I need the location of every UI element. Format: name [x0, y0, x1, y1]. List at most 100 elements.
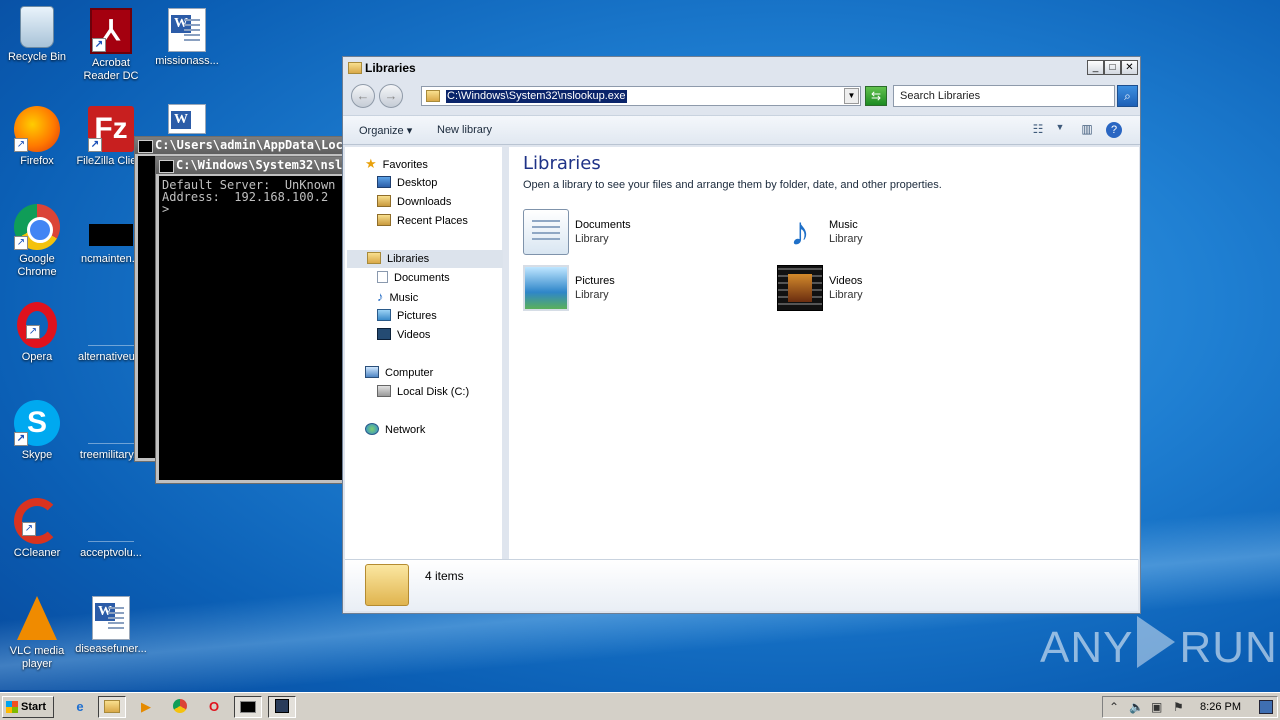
- desktop-icon-ccleaner[interactable]: ↗ CCleaner: [0, 498, 74, 560]
- firefox-icon: ↗: [14, 106, 60, 152]
- cmd-title: C:\Users\admin\AppData\Local\: [135, 137, 347, 154]
- desktop-icon-chrome[interactable]: ↗ Google Chrome: [0, 204, 74, 279]
- page-title: Libraries: [523, 153, 601, 174]
- search-input[interactable]: Search Libraries: [893, 85, 1115, 107]
- network-icon: [365, 423, 379, 435]
- help-icon[interactable]: ?: [1106, 122, 1122, 138]
- chevron-down-icon[interactable]: ▼: [1051, 122, 1069, 138]
- downloads-icon: [377, 195, 391, 207]
- internet-explorer-icon[interactable]: e: [66, 696, 94, 718]
- nav-label: Local Disk (C:): [397, 386, 470, 398]
- nav-computer[interactable]: Computer: [365, 364, 433, 382]
- desktop-icon-skype[interactable]: S ↗ Skype: [0, 400, 74, 462]
- change-view-icon[interactable]: ☷: [1029, 122, 1047, 138]
- desktop-icon-firefox[interactable]: ↗ Firefox: [0, 106, 74, 168]
- organize-button[interactable]: Organize ▾: [359, 124, 412, 137]
- desktop-icon-acceptvolu[interactable]: acceptvolu...: [74, 498, 148, 560]
- recent-places-icon: [377, 214, 391, 226]
- library-item-documents[interactable]: Documents Library: [523, 209, 743, 259]
- preview-pane-icon[interactable]: ▥: [1078, 122, 1096, 138]
- search-placeholder: Search Libraries: [900, 90, 981, 102]
- nav-label: Favorites: [382, 159, 428, 171]
- search-icon[interactable]: ⌕: [1117, 85, 1138, 107]
- new-library-button[interactable]: New library: [437, 124, 492, 136]
- shortcut-arrow-icon: ↗: [14, 138, 28, 152]
- opera-taskbar-icon[interactable]: O: [200, 696, 228, 718]
- shortcut-arrow-icon: ↗: [88, 138, 102, 152]
- address-dropdown-button[interactable]: ▼: [844, 88, 859, 104]
- desktop-icon-vlc[interactable]: VLC media player: [0, 596, 74, 671]
- nav-downloads[interactable]: Downloads: [377, 193, 451, 211]
- address-bar[interactable]: C:\Windows\System32\nslookup.exe ▼: [421, 86, 861, 106]
- shortcut-arrow-icon: ↗: [14, 432, 28, 446]
- desktop-icon-missionass[interactable]: W missionass...: [150, 8, 224, 68]
- desktop-icon-acrobat[interactable]: ⅄ ↗ Acrobat Reader DC: [74, 8, 148, 83]
- volume-icon[interactable]: 🔈: [1129, 700, 1144, 714]
- desktop-icon-word-doc-2[interactable]: W: [150, 104, 224, 137]
- nav-videos[interactable]: Videos: [377, 326, 430, 344]
- cmd-prompt: >: [162, 202, 170, 216]
- explorer-taskbar-icon[interactable]: [98, 696, 126, 718]
- file-icon: [88, 498, 134, 544]
- ccleaner-icon: ↗: [14, 498, 60, 544]
- start-button[interactable]: Start: [2, 696, 54, 718]
- clock[interactable]: 8:26 PM: [1200, 701, 1241, 713]
- shortcut-arrow-icon: ↗: [26, 325, 40, 339]
- details-pane: 4 items: [345, 559, 1138, 611]
- nav-documents[interactable]: Documents: [377, 269, 450, 287]
- chrome-icon: ↗: [14, 204, 60, 250]
- cmd-taskbar-icon[interactable]: [234, 696, 262, 718]
- system-tray: ⌃ 🔈 ▣ ⚑ 8:26 PM: [1102, 696, 1278, 718]
- nav-label: Videos: [397, 329, 431, 341]
- videos-library-icon: [777, 265, 823, 311]
- acrobat-icon: ⅄ ↗: [90, 8, 132, 54]
- desktop-icon-label: Skype: [21, 449, 53, 461]
- maximize-button[interactable]: □: [1104, 60, 1121, 75]
- nav-label: Libraries: [387, 253, 430, 265]
- watermark-left: ANY: [1040, 623, 1134, 672]
- nav-pictures[interactable]: Pictures: [377, 307, 437, 325]
- cmd-window-nslookup[interactable]: C:\Windows\System32\nslookup.exe Default…: [155, 156, 348, 484]
- forward-button[interactable]: →: [379, 84, 403, 108]
- cmd-title: C:\Windows\System32\nslookup.exe: [156, 157, 347, 174]
- back-button[interactable]: ←: [351, 84, 375, 108]
- desktop-icon-diseasefuner[interactable]: W diseasefuner...: [74, 596, 148, 656]
- nslookup-taskbar-icon[interactable]: [268, 696, 296, 718]
- navigation-pane: ★ Favorites Desktop Downloads Recent Plac…: [345, 147, 505, 559]
- filezilla-icon: Fz ↗: [88, 106, 134, 152]
- explorer-titlebar[interactable]: Libraries _ □ ✕: [343, 57, 1140, 79]
- cmd-screen[interactable]: Default Server: UnKnown Address: 192.168.…: [159, 176, 347, 480]
- close-button[interactable]: ✕: [1121, 60, 1138, 75]
- explorer-window[interactable]: Libraries _ □ ✕ ← → C:\Windows\System32\…: [342, 56, 1141, 614]
- nav-desktop[interactable]: Desktop: [377, 174, 437, 192]
- desktop-icon-opera[interactable]: ↗ Opera: [0, 302, 74, 364]
- minimize-button[interactable]: _: [1087, 60, 1104, 75]
- play-icon: [1137, 616, 1176, 668]
- pictures-library-icon: [523, 265, 569, 311]
- window-title: Libraries: [365, 61, 416, 75]
- network-tray-icon[interactable]: ▣: [1151, 700, 1162, 714]
- desktop-icon-recycle-bin[interactable]: Recycle Bin: [0, 6, 74, 64]
- action-center-flag-icon[interactable]: ⚑: [1173, 700, 1184, 714]
- tray-expand-icon[interactable]: ⌃: [1109, 700, 1119, 714]
- videos-icon: [377, 328, 391, 340]
- library-item-pictures[interactable]: Pictures Library: [523, 265, 743, 315]
- show-desktop-button[interactable]: [1259, 700, 1273, 714]
- nav-recent-places[interactable]: Recent Places: [377, 212, 468, 230]
- nav-libraries[interactable]: Libraries: [347, 250, 503, 268]
- anyrun-watermark: ANY RUN: [1040, 616, 1278, 673]
- library-type: Library: [829, 233, 863, 245]
- recycle-bin-icon: [20, 6, 54, 48]
- media-player-icon[interactable]: ▶: [132, 696, 160, 718]
- library-item-videos[interactable]: Videos Library: [777, 265, 997, 315]
- library-item-music[interactable]: ♪ Music Library: [777, 209, 997, 259]
- nav-network[interactable]: Network: [365, 421, 425, 439]
- go-button[interactable]: ⇆: [865, 86, 887, 106]
- libraries-folder-icon: [348, 62, 362, 74]
- desktop-icon-label: missionass...: [155, 55, 219, 67]
- nav-favorites[interactable]: ★ Favorites: [365, 155, 428, 173]
- chrome-taskbar-icon[interactable]: [166, 696, 194, 718]
- nav-local-disk[interactable]: Local Disk (C:): [377, 383, 469, 401]
- nav-music[interactable]: ♪ Music: [377, 288, 418, 306]
- navigation-bar: ← → C:\Windows\System32\nslookup.exe ▼ ⇆…: [347, 83, 1138, 109]
